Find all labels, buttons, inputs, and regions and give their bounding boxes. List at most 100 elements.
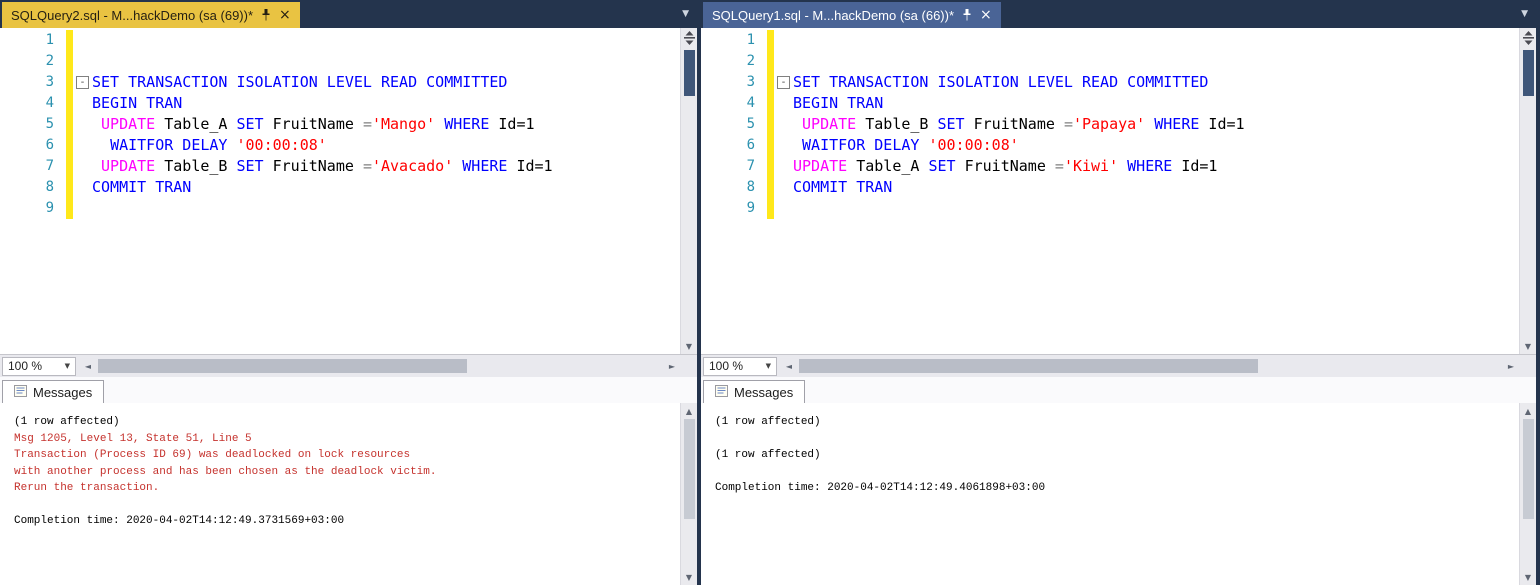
code-text: BEGIN TRAN (92, 93, 182, 114)
code-editor[interactable]: 1 2 3 - SET TRANSACTION ISOLATION LEVEL READ… (701, 28, 1536, 354)
outline-margin (74, 135, 92, 156)
code-line[interactable]: 4 BEGIN TRAN (701, 93, 1519, 114)
code-token: FruitName (964, 115, 1064, 133)
code-line[interactable]: 9 (0, 198, 680, 219)
code-line[interactable]: 4 BEGIN TRAN (0, 93, 680, 114)
editor-vertical-scrollbar[interactable]: ▼ (680, 28, 697, 354)
code-token: UPDATE (101, 157, 156, 175)
editor-horizontal-scrollbar[interactable]: ◄ ► (781, 355, 1519, 377)
code-line[interactable]: 1 (701, 30, 1519, 51)
scrollbar-track[interactable] (797, 355, 1503, 377)
scrollbar-thumb[interactable] (1522, 419, 1534, 520)
scrollbar-thumb[interactable] (799, 359, 1258, 373)
tab-list-chevron-icon[interactable]: ▼ (1521, 9, 1528, 19)
code-token: FruitName (263, 157, 363, 175)
tab-messages[interactable]: Messages (703, 380, 806, 403)
close-icon[interactable]: × (279, 8, 291, 22)
scrollbar-corner (680, 355, 697, 377)
tab-messages[interactable]: Messages (2, 380, 105, 403)
code-token: Id=1 (489, 115, 535, 133)
code-token: SET (236, 157, 264, 175)
messages-icon (715, 384, 728, 400)
scrollbar-track[interactable] (96, 355, 664, 377)
message-line: with another process and has been chosen… (14, 465, 437, 478)
code-token: FruitName (955, 157, 1055, 175)
editor-bottom-bar: 100 % ▼ ◄ ► (701, 354, 1536, 377)
editor-bottom-bar: 100 % ▼ ◄ ► (0, 354, 697, 377)
scroll-right-arrow[interactable]: ► (664, 355, 680, 377)
scroll-left-arrow[interactable]: ◄ (781, 355, 797, 377)
scroll-left-arrow[interactable]: ◄ (80, 355, 96, 377)
code-token: SET TRANSACTION ISOLATION LEVEL READ COM… (92, 73, 508, 91)
code-line[interactable]: 7 UPDATE Table_B SET FruitName ='Avacado… (0, 156, 680, 177)
splitter-grip-icon[interactable] (683, 28, 695, 47)
close-icon[interactable]: × (980, 8, 992, 22)
code-line[interactable]: 5 UPDATE Table_A SET FruitName ='Mango' … (0, 114, 680, 135)
scroll-up-arrow[interactable]: ▲ (1520, 403, 1536, 419)
scrollbar-track[interactable] (1520, 96, 1536, 338)
scroll-down-arrow[interactable]: ▼ (1520, 569, 1536, 585)
code-token: SET (236, 115, 264, 133)
scrollbar-thumb[interactable] (683, 50, 695, 96)
scroll-down-arrow[interactable]: ▼ (1520, 338, 1536, 354)
code-line[interactable]: 8 COMMIT TRAN (701, 177, 1519, 198)
collapse-region-toggle[interactable]: - (777, 76, 790, 89)
collapse-region-toggle[interactable]: - (76, 76, 89, 89)
code-line[interactable]: 5 UPDATE Table_B SET FruitName ='Papaya'… (701, 114, 1519, 135)
zoom-selector[interactable]: 100 % ▼ (2, 356, 76, 376)
scroll-down-arrow[interactable]: ▼ (681, 569, 697, 585)
scroll-up-arrow[interactable]: ▲ (681, 403, 697, 419)
messages-tab-label: Messages (734, 384, 794, 400)
code-lines[interactable]: 1 2 3 - SET TRANSACTION ISOLATION LEVEL READ… (701, 28, 1519, 354)
document-tab-title: SQLQuery2.sql - M...hackDemo (sa (69))* (11, 7, 254, 23)
code-token: WHERE (1154, 115, 1200, 133)
line-number: 8 (45, 179, 54, 195)
code-token: = (1054, 157, 1064, 175)
scrollbar-track[interactable] (681, 96, 697, 338)
pin-icon[interactable] (261, 9, 271, 21)
change-tracking-bar (767, 30, 774, 51)
document-tab-sqlquery2[interactable]: SQLQuery2.sql - M...hackDemo (sa (69))* … (2, 2, 300, 28)
code-line[interactable]: 1 (0, 30, 680, 51)
code-line[interactable]: 9 (701, 198, 1519, 219)
code-line[interactable]: 3 - SET TRANSACTION ISOLATION LEVEL READ C… (701, 72, 1519, 93)
scrollbar-thumb[interactable] (98, 359, 468, 373)
code-line[interactable]: 8 COMMIT TRAN (0, 177, 680, 198)
code-editor[interactable]: 1 2 3 - SET TRANSACTION ISOLATION LEVEL READ… (0, 28, 697, 354)
code-line[interactable]: 3 - SET TRANSACTION ISOLATION LEVEL READ C… (0, 72, 680, 93)
scrollbar-thumb[interactable] (683, 419, 695, 520)
scrollbar-thumb[interactable] (1522, 50, 1534, 96)
document-tab-sqlquery1[interactable]: SQLQuery1.sql - M...hackDemo (sa (66))* … (703, 2, 1001, 28)
code-line[interactable]: 7 UPDATE Table_A SET FruitName ='Kiwi' WH… (701, 156, 1519, 177)
line-number: 1 (746, 32, 755, 48)
pin-icon[interactable] (962, 9, 972, 21)
messages-panel: (1 row affected) (1 row affected) Comple… (701, 403, 1536, 585)
outline-margin: - (74, 72, 92, 93)
scrollbar-track[interactable] (681, 519, 697, 569)
ssms-window: SQLQuery2.sql - M...hackDemo (sa (69))* … (0, 0, 1540, 585)
messages-vertical-scrollbar[interactable]: ▲ ▼ (680, 403, 697, 585)
code-text: SET TRANSACTION ISOLATION LEVEL READ COM… (793, 72, 1208, 93)
editor-vertical-scrollbar[interactable]: ▼ (1519, 28, 1536, 354)
code-token: WAITFOR DELAY (802, 136, 920, 154)
code-token: COMMIT TRAN (793, 178, 893, 196)
scrollbar-track[interactable] (1520, 519, 1536, 569)
messages-vertical-scrollbar[interactable]: ▲ ▼ (1519, 403, 1536, 585)
code-lines[interactable]: 1 2 3 - SET TRANSACTION ISOLATION LEVEL READ… (0, 28, 680, 354)
scroll-right-arrow[interactable]: ► (1503, 355, 1519, 377)
tab-list-chevron-icon[interactable]: ▼ (682, 9, 689, 19)
zoom-selector[interactable]: 100 % ▼ (703, 356, 777, 376)
message-line (715, 431, 1519, 448)
message-line: Completion time: 2020-04-02T14:12:49.406… (715, 482, 1046, 494)
code-line[interactable]: 2 (701, 51, 1519, 72)
splitter-grip-icon[interactable] (1522, 28, 1534, 47)
editor-horizontal-scrollbar[interactable]: ◄ ► (80, 355, 680, 377)
chevron-down-icon: ▼ (64, 362, 70, 370)
code-line[interactable]: 6 WAITFOR DELAY '00:00:08' (0, 135, 680, 156)
scroll-down-arrow[interactable]: ▼ (681, 338, 697, 354)
code-line[interactable]: 6 WAITFOR DELAY '00:00:08' (701, 135, 1519, 156)
line-number: 4 (746, 95, 755, 111)
code-line[interactable]: 2 (0, 51, 680, 72)
code-token: SET (928, 157, 956, 175)
